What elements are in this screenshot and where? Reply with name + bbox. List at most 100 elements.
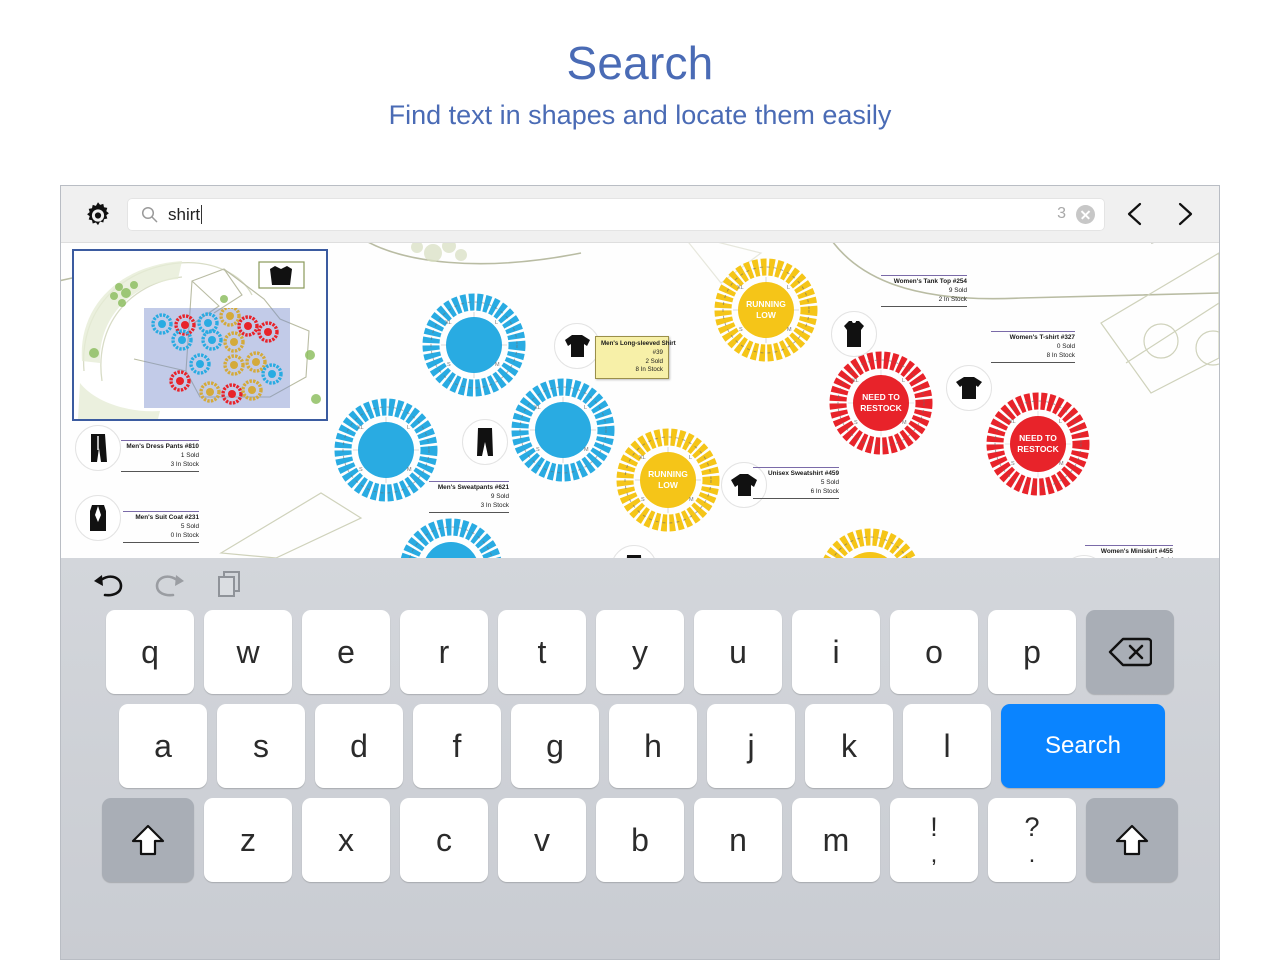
product-label[interactable]: Men's Sweatpants #621 9 Sold 3 In Stock: [429, 479, 509, 514]
ring-center-label: RUNNING LOW: [738, 282, 794, 338]
label-divider-bottom: [121, 470, 199, 472]
shift-icon-right[interactable]: [1086, 798, 1178, 882]
key-period: .: [1028, 840, 1036, 868]
size-tick-m: M: [495, 362, 500, 368]
status-ring-running-low[interactable]: RUNNING LOW XL L S M: [613, 425, 723, 535]
key-l[interactable]: l: [903, 704, 991, 788]
key-question-period[interactable]: ? .: [988, 798, 1076, 882]
label-divider-bottom: [881, 305, 967, 307]
shift-icon-left[interactable]: [102, 798, 194, 882]
key-question: ?: [1024, 811, 1040, 842]
pants-icon[interactable]: [75, 425, 121, 471]
long-sleeve-shirt-icon[interactable]: [554, 323, 600, 369]
search-submit-key[interactable]: Search: [1001, 704, 1165, 788]
size-tick-l: L: [407, 425, 411, 431]
status-ring-in-stock[interactable]: XL L S M: [508, 375, 618, 485]
size-tick-s: S: [641, 497, 645, 503]
key-n[interactable]: n: [694, 798, 782, 882]
status-ring-running-low[interactable]: RUNNING LOW: [815, 525, 925, 558]
paste-icon[interactable]: [215, 569, 243, 599]
key-v[interactable]: v: [498, 798, 586, 882]
key-w[interactable]: w: [204, 610, 292, 694]
key-e[interactable]: e: [302, 610, 390, 694]
key-j[interactable]: j: [707, 704, 795, 788]
product-stock: 8 In Stock: [1046, 352, 1075, 360]
key-f[interactable]: f: [413, 704, 501, 788]
key-exclamation-comma[interactable]: ! ,: [890, 798, 978, 882]
product-label[interactable]: Men's Dress Pants #810 1 Sold 3 In Stock: [121, 438, 199, 473]
key-m[interactable]: m: [792, 798, 880, 882]
size-tick-m: M: [1059, 461, 1064, 467]
gear-icon[interactable]: [83, 199, 113, 229]
ring-center-label: [446, 317, 502, 373]
product-label[interactable]: Women's Tank Top #254 9 Sold 2 In Stock: [881, 273, 967, 308]
device-frame: shirt 3 XL L S M XL L S M XL L S M RUNNI…: [60, 185, 1220, 960]
backspace-icon[interactable]: [1086, 610, 1174, 694]
key-a[interactable]: a: [119, 704, 207, 788]
key-c[interactable]: c: [400, 798, 488, 882]
product-label[interactable]: Women's T-shirt #327 0 Sold 8 In Stock: [991, 329, 1075, 364]
undo-icon[interactable]: [91, 569, 125, 599]
size-tick-m: M: [407, 467, 412, 473]
ring-center-label: NEED TO RESTOCK: [1010, 416, 1066, 472]
redo-icon[interactable]: [153, 569, 187, 599]
search-input[interactable]: shirt 3: [127, 197, 1105, 231]
size-tick-s: S: [854, 420, 858, 426]
product-label[interactable]: Unisex Sweatshirt #459 5 Sold 6 In Stock: [753, 465, 839, 500]
size-tick-l: L: [689, 455, 693, 461]
result-count: 3: [1057, 205, 1066, 222]
size-tick-m: M: [584, 447, 589, 453]
status-ring-in-stock[interactable]: XL L S M: [331, 395, 441, 505]
size-tick-xl: XL: [357, 425, 364, 431]
key-q[interactable]: q: [106, 610, 194, 694]
chevron-right-icon[interactable]: [1167, 197, 1201, 231]
key-t[interactable]: t: [498, 610, 586, 694]
diagram-canvas[interactable]: XL L S M XL L S M XL L S M RUNNING LOW X…: [61, 243, 1219, 558]
size-tick-xl: XL: [852, 378, 859, 384]
clear-circle-icon[interactable]: [1076, 204, 1095, 224]
status-ring-running-low[interactable]: RUNNING LOW XL L S M: [711, 255, 821, 365]
key-i[interactable]: i: [792, 610, 880, 694]
product-label[interactable]: Women's Miniskirt #455 9 Sold 9 In Stock: [1085, 543, 1173, 558]
label-divider-bottom: [429, 511, 509, 513]
suit-coat-icon[interactable]: [75, 495, 121, 541]
key-d[interactable]: d: [315, 704, 403, 788]
onscreen-keyboard: q w e r t y u i o p a s d f g h j k l Se…: [61, 558, 1219, 959]
size-tick-s: S: [536, 447, 540, 453]
product-name: Men's Dress Pants #810: [126, 443, 199, 450]
key-p[interactable]: p: [988, 610, 1076, 694]
product-sold: 5 Sold: [820, 479, 839, 487]
key-u[interactable]: u: [694, 610, 782, 694]
tshirt-icon[interactable]: [946, 365, 992, 411]
key-y[interactable]: y: [596, 610, 684, 694]
key-h[interactable]: h: [609, 704, 697, 788]
size-tick-xl: XL: [445, 320, 452, 326]
sweatpants-icon[interactable]: [462, 419, 508, 465]
key-z[interactable]: z: [204, 798, 292, 882]
product-label-highlighted[interactable]: Men's Long-sleeved Shirt #39 2 Sold 8 In…: [595, 336, 676, 380]
label-divider-top: [1085, 544, 1173, 546]
product-label[interactable]: Men's Suit Coat #231 5 Sold 0 In Stock: [123, 509, 199, 544]
tank-top-icon[interactable]: [831, 311, 877, 357]
overview-minimap[interactable]: [72, 249, 328, 421]
key-r[interactable]: r: [400, 610, 488, 694]
status-ring-need-restock[interactable]: NEED TO RESTOCK XL L S M: [826, 348, 936, 458]
key-b[interactable]: b: [596, 798, 684, 882]
search-query-text: shirt: [168, 204, 203, 224]
key-s[interactable]: s: [217, 704, 305, 788]
key-o[interactable]: o: [890, 610, 978, 694]
keyboard-row-1: q w e r t y u i o p: [61, 610, 1219, 694]
product-stock: 0 In Stock: [170, 532, 199, 540]
chevron-left-icon[interactable]: [1119, 197, 1153, 231]
product-stock: 6 In Stock: [810, 488, 839, 496]
ring-center-label: [358, 422, 414, 478]
search-icon: [141, 206, 158, 223]
status-ring-need-restock[interactable]: NEED TO RESTOCK XL L S M: [983, 389, 1093, 499]
key-x[interactable]: x: [302, 798, 390, 882]
key-g[interactable]: g: [511, 704, 599, 788]
status-ring-in-stock[interactable]: [396, 515, 506, 558]
product-sold: 9 Sold: [490, 493, 509, 501]
key-k[interactable]: k: [805, 704, 893, 788]
label-divider-top: [123, 510, 199, 512]
search-toolbar: shirt 3: [61, 186, 1219, 243]
